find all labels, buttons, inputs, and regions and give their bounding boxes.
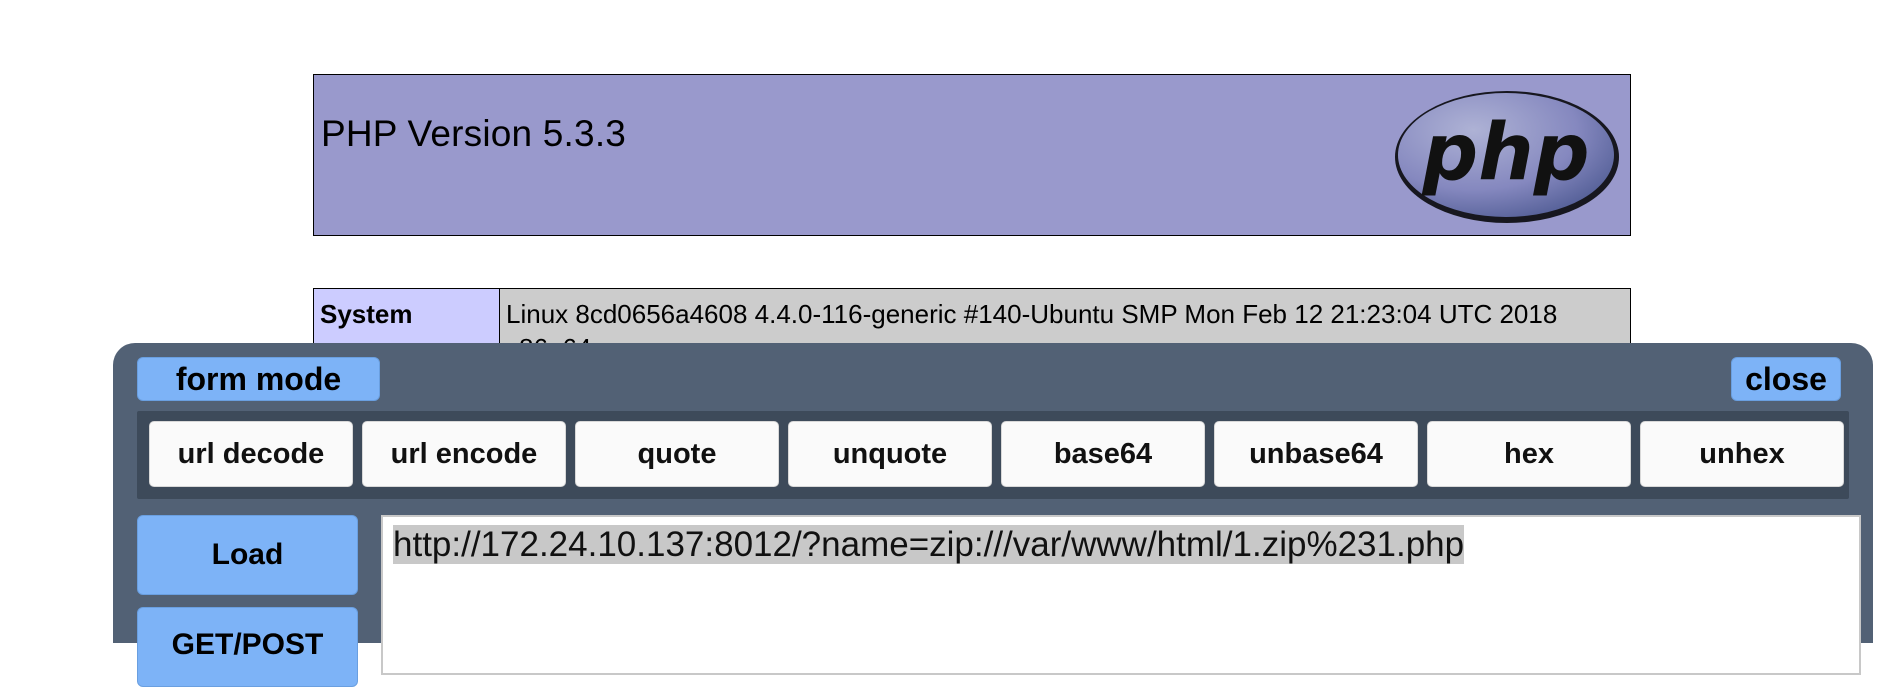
unhex-button[interactable]: unhex — [1640, 421, 1844, 487]
unquote-button[interactable]: unquote — [788, 421, 992, 487]
load-button[interactable]: Load — [137, 515, 358, 595]
form-mode-button[interactable]: form mode — [137, 357, 380, 401]
quote-button[interactable]: quote — [575, 421, 779, 487]
base64-button[interactable]: base64 — [1001, 421, 1205, 487]
php-logo-icon: php — [1395, 91, 1619, 223]
url-textarea[interactable]: http://172.24.10.137:8012/?name=zip:///v… — [381, 515, 1861, 675]
get-post-button[interactable]: GET/POST — [137, 607, 358, 687]
php-logo-text: php — [1421, 108, 1589, 198]
encoding-toolbar: url decode url encode quote unquote base… — [137, 411, 1849, 499]
hex-button[interactable]: hex — [1427, 421, 1631, 487]
url-text-selection: http://172.24.10.137:8012/?name=zip:///v… — [393, 525, 1465, 564]
url-encode-button[interactable]: url encode — [362, 421, 566, 487]
url-decode-button[interactable]: url decode — [149, 421, 353, 487]
hackbar-panel: form mode close url decode url encode qu… — [113, 343, 1873, 687]
page-title: PHP Version 5.3.3 — [321, 113, 627, 154]
php-header: PHP Version 5.3.3 php — [313, 74, 1631, 236]
unbase64-button[interactable]: unbase64 — [1214, 421, 1418, 487]
close-button[interactable]: close — [1731, 357, 1841, 401]
